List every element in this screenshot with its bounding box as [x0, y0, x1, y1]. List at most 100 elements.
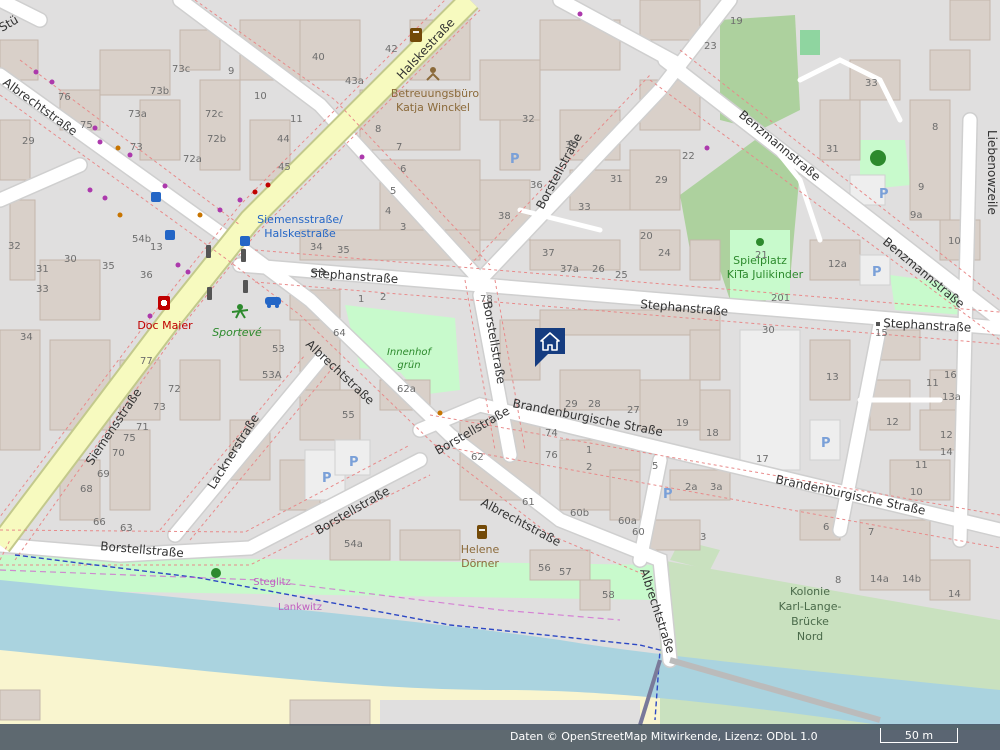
svg-text:4: 4: [385, 206, 391, 217]
svg-text:60a: 60a: [618, 516, 637, 527]
svg-text:11: 11: [290, 114, 303, 125]
svg-text:40: 40: [312, 52, 325, 63]
poi-kolonie-label-4: Nord: [797, 630, 823, 643]
svg-text:13: 13: [826, 372, 839, 383]
svg-text:73a: 73a: [128, 109, 147, 120]
svg-text:2a: 2a: [685, 482, 698, 493]
poi-innenhof-label-1: Innenhof: [387, 347, 433, 358]
svg-text:36: 36: [530, 180, 543, 191]
svg-text:24: 24: [658, 248, 671, 259]
attribution-text[interactable]: Daten © OpenStreetMap Mitwirkende, Lizen…: [510, 730, 818, 743]
svg-text:13a: 13a: [942, 392, 961, 403]
svg-text:28: 28: [588, 399, 601, 410]
street-liebenow: Liebenowzeile: [985, 130, 999, 215]
svg-text:22: 22: [682, 151, 695, 162]
svg-text:23: 23: [704, 41, 717, 52]
svg-text:38: 38: [498, 211, 511, 222]
svg-text:8: 8: [835, 575, 841, 586]
doctor-icon[interactable]: [158, 296, 170, 310]
svg-text:33: 33: [578, 202, 591, 213]
office-icon[interactable]: [410, 28, 422, 42]
svg-text:72a: 72a: [183, 154, 202, 165]
svg-text:34: 34: [20, 332, 33, 343]
svg-text:72b: 72b: [207, 134, 226, 145]
svg-text:9: 9: [228, 66, 234, 77]
svg-text:1: 1: [586, 445, 592, 456]
map-svg[interactable]: Albrechtstraße Albrechtstraße Albrechtst…: [0, 0, 1000, 750]
svg-text:74: 74: [545, 428, 558, 439]
svg-text:6: 6: [823, 522, 829, 533]
poi-kolonie-label-3: Brücke: [791, 615, 829, 628]
poi-helene-label-1: Helene: [461, 543, 500, 556]
poi-kolonie-label-1: Kolonie: [790, 585, 830, 598]
svg-text:201: 201: [771, 293, 790, 304]
svg-text:6: 6: [400, 164, 406, 175]
poi-betreuung-label-2: Katja Winckel: [396, 101, 470, 114]
svg-text:77: 77: [140, 356, 153, 367]
svg-text:14: 14: [940, 447, 953, 458]
svg-text:35: 35: [337, 245, 350, 256]
svg-text:7: 7: [396, 142, 402, 153]
svg-text:57: 57: [559, 567, 572, 578]
svg-text:33: 33: [36, 284, 49, 295]
boundary-steglitz-label: Steglitz: [253, 577, 291, 588]
svg-text:8: 8: [375, 124, 381, 135]
svg-text:P: P: [322, 471, 332, 486]
svg-text:20: 20: [640, 231, 653, 242]
svg-text:9a: 9a: [910, 210, 923, 221]
svg-text:73b: 73b: [150, 86, 169, 97]
svg-text:71: 71: [136, 422, 149, 433]
svg-text:76: 76: [545, 450, 558, 461]
svg-text:2: 2: [586, 462, 592, 473]
svg-text:11: 11: [915, 460, 928, 471]
poi-betreuung-label-1: Betreuungsbüro: [391, 87, 480, 100]
svg-text:12: 12: [886, 417, 899, 428]
svg-text:P: P: [663, 487, 673, 502]
svg-text:19: 19: [730, 16, 743, 27]
svg-text:69: 69: [97, 469, 110, 480]
svg-text:30: 30: [64, 254, 77, 265]
svg-text:33: 33: [865, 78, 878, 89]
svg-text:35: 35: [102, 261, 115, 272]
svg-text:31: 31: [36, 264, 49, 275]
svg-text:45: 45: [278, 162, 291, 173]
svg-text:31: 31: [826, 144, 839, 155]
svg-text:72: 72: [168, 384, 181, 395]
svg-text:14: 14: [948, 589, 961, 600]
svg-text:54a: 54a: [344, 539, 363, 550]
svg-text:P: P: [879, 187, 889, 202]
svg-text:P: P: [872, 265, 882, 280]
svg-text:3a: 3a: [710, 482, 723, 493]
poi-stop-label-2: Halskestraße: [264, 227, 336, 240]
svg-text:P: P: [821, 436, 831, 451]
svg-text:58: 58: [602, 590, 615, 601]
svg-text:14a: 14a: [870, 574, 889, 585]
svg-text:53: 53: [272, 344, 285, 355]
poi-stop-label-1: Siemensstraße/: [257, 213, 343, 226]
svg-text:27: 27: [627, 405, 640, 416]
map-footer: Daten © OpenStreetMap Mitwirkende, Lizen…: [0, 724, 1000, 750]
svg-text:30: 30: [762, 325, 775, 336]
svg-text:5: 5: [390, 186, 396, 197]
boundary-lankwitz-label: Lankwitz: [278, 602, 322, 613]
svg-text:54b: 54b: [132, 234, 151, 245]
map-canvas[interactable]: Albrechtstraße Albrechtstraße Albrechtst…: [0, 0, 1000, 750]
svg-text:1: 1: [358, 294, 364, 305]
svg-text:61: 61: [522, 497, 535, 508]
svg-text:2: 2: [380, 292, 386, 303]
bollard-icon: [876, 322, 880, 326]
svg-text:26: 26: [592, 264, 605, 275]
svg-text:29: 29: [565, 399, 578, 410]
svg-text:19: 19: [676, 418, 689, 429]
svg-text:8: 8: [932, 122, 938, 133]
svg-text:37: 37: [542, 248, 555, 259]
svg-text:25: 25: [615, 270, 628, 281]
svg-text:72c: 72c: [205, 109, 223, 120]
scale-bar: 50 m: [880, 728, 958, 743]
svg-text:12: 12: [940, 430, 953, 441]
svg-text:60: 60: [632, 527, 645, 538]
svg-text:21: 21: [755, 250, 768, 261]
svg-text:43a: 43a: [345, 76, 364, 87]
svg-text:18: 18: [706, 428, 719, 439]
svg-text:62a: 62a: [397, 384, 416, 395]
